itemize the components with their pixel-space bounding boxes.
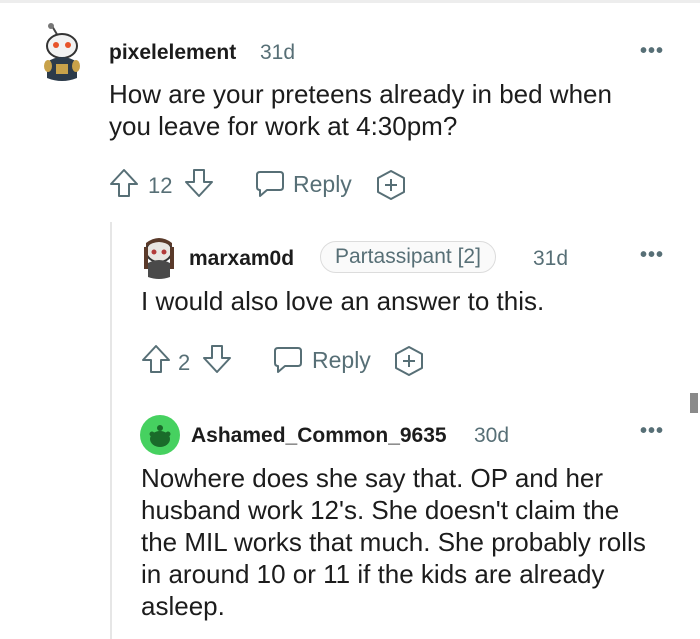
snoo-avatar-icon <box>144 238 174 279</box>
snoo-avatar-icon <box>140 415 180 455</box>
comment-body: How are your preteens already in bed whe… <box>109 79 612 141</box>
scrollbar-thumb[interactable] <box>690 393 698 413</box>
vote-count: 12 <box>148 173 173 198</box>
username[interactable]: Ashamed_Common_9635 <box>191 424 447 448</box>
comment-body: I would also love an answer to this. <box>141 286 545 316</box>
reply-label: Reply <box>312 346 371 373</box>
downvote-icon[interactable] <box>184 167 214 199</box>
reply-button[interactable]: Reply <box>254 169 352 199</box>
comment-age: 31d <box>533 247 569 270</box>
snoo-avatar-icon <box>44 23 80 81</box>
upvote-icon[interactable] <box>109 167 139 199</box>
reply-label: Reply <box>293 170 352 197</box>
downvote-icon[interactable] <box>202 343 232 375</box>
thread-line[interactable] <box>110 222 112 639</box>
avatar[interactable] <box>141 237 177 281</box>
comment-age: 31d <box>260 41 296 64</box>
user-flair: Partassipant [2] <box>320 241 496 273</box>
upvote-icon[interactable] <box>141 343 171 375</box>
avatar[interactable] <box>38 22 86 84</box>
award-plus-icon[interactable] <box>374 169 408 201</box>
comment-body: Nowhere does she say that. OP and her hu… <box>141 463 646 621</box>
reply-bubble-icon <box>256 171 284 197</box>
more-options-icon[interactable]: ••• <box>640 244 664 267</box>
award-plus-icon[interactable] <box>392 345 426 377</box>
username[interactable]: marxam0d <box>189 247 294 271</box>
top-divider <box>0 0 700 3</box>
comment-age: 30d <box>474 424 510 447</box>
avatar[interactable] <box>139 414 181 456</box>
username[interactable]: pixelelement <box>109 41 236 65</box>
vote-count: 2 <box>178 350 191 375</box>
more-options-icon[interactable]: ••• <box>640 420 664 443</box>
reply-button[interactable]: Reply <box>272 345 371 375</box>
reply-bubble-icon <box>274 347 302 373</box>
more-options-icon[interactable]: ••• <box>640 40 664 63</box>
